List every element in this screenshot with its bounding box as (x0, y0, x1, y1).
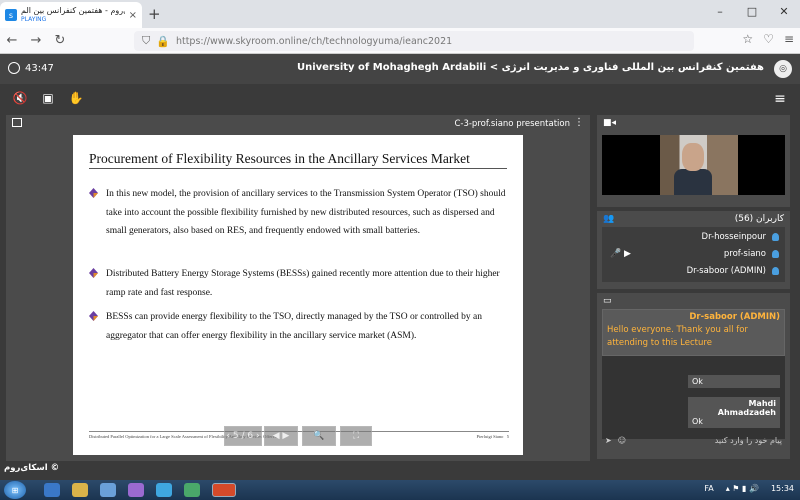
tab-status: PLAYING (21, 16, 47, 23)
chat-input-bar: ➤ ☺ پیام خود را وارد کنید (597, 431, 790, 449)
slide-heading: Procurement of Flexibility Resources in … (89, 151, 470, 166)
browser-tabstrip: s اسکای‌روم - هفتمین کنفرانس بین الم PLA… (0, 0, 800, 28)
edge-icon[interactable] (156, 483, 172, 497)
video-camera-icon[interactable]: ▶ (624, 249, 631, 259)
chat-messages: Dr-saboor (ADMIN) Hello everyone. Thank … (602, 309, 785, 439)
menu-icon[interactable]: ≡ (784, 32, 794, 46)
presentation-menu-icon[interactable]: ⋮ (574, 117, 584, 128)
university-logo: ◎ (774, 60, 792, 78)
user-icon (772, 233, 779, 241)
address-bar[interactable]: ⛉ 🔒 https://www.skyroom.online/ch/techno… (134, 31, 694, 51)
language-indicator[interactable]: FA (704, 484, 713, 493)
user-icon (772, 250, 779, 258)
url-text[interactable]: https://www.skyroom.online/ch/technology… (176, 36, 452, 47)
system-tray: FA ▴ ⚑ ▮ 🔊 15:34 (704, 484, 794, 493)
shield-icon[interactable]: ⛉ (142, 34, 150, 48)
minimize-button[interactable]: – (704, 0, 736, 22)
bullet-marker-icon (89, 188, 98, 198)
slide-play-control[interactable]: ◀ ▶ (264, 426, 298, 446)
user-row[interactable]: prof-siano (724, 249, 779, 259)
clock-text[interactable]: 15:34 (771, 484, 794, 493)
users-icon: 👥 (603, 214, 615, 224)
room-toolbar: 🔇 ▣ ✋ ≡ (0, 86, 800, 114)
hamburger-menu-icon[interactable]: ≡ (770, 91, 790, 109)
chat-panel: ▭ Dr-saboor (ADMIN) Hello everyone. Than… (597, 293, 790, 459)
lock-icon[interactable]: 🔒 (156, 35, 170, 48)
screen-icon[interactable]: ▣ (38, 91, 58, 109)
skyroom-favicon-icon: s (5, 9, 17, 21)
pinned-text: Hello everyone. Thank you all for attend… (607, 325, 748, 348)
folder-icon[interactable] (72, 483, 88, 497)
pinned-message: Dr-saboor (ADMIN) Hello everyone. Thank … (602, 309, 785, 356)
bullet-marker-icon (89, 268, 98, 278)
mute-mic-icon[interactable]: 🔇 (10, 91, 30, 109)
users-list: Dr-hosseinpour prof-siano Dr-saboor (ADM… (602, 227, 785, 282)
webcam-video (602, 135, 785, 195)
browser-tab[interactable]: s اسکای‌روم - هفتمین کنفرانس بین الم PLA… (0, 2, 142, 28)
raise-hand-icon[interactable]: ✋ (66, 91, 86, 109)
browser-navbar: ← → ↻ ⛉ 🔒 https://www.skyroom.online/ch/… (0, 28, 800, 54)
star-icon[interactable]: ☆ (742, 32, 753, 46)
fullscreen-icon[interactable]: ⛶ (340, 426, 372, 446)
firefox-icon[interactable] (212, 483, 236, 497)
os-taskbar: ⊞ FA ▴ ⚑ ▮ 🔊 15:34 (0, 480, 800, 500)
users-title: کاربران (56) (734, 214, 784, 224)
close-window-button[interactable]: ✕ (768, 0, 800, 22)
user-row[interactable]: Dr-saboor (ADMIN) (687, 266, 779, 276)
microphone-icon[interactable]: 🎤 (610, 249, 621, 259)
pocket-icon[interactable]: ♡ (763, 32, 774, 46)
forward-icon[interactable]: → (24, 33, 48, 48)
chat-message: Ok (688, 375, 780, 388)
user-row[interactable]: Dr-hosseinpour (702, 232, 779, 242)
presentation-header: C-3-prof.siano presentation ⋮ (6, 115, 590, 133)
ie-icon[interactable] (44, 483, 60, 497)
emoji-icon[interactable]: ☺ (618, 436, 626, 445)
app-icon[interactable] (100, 483, 116, 497)
tab-title: اسکای‌روم - هفتمین کنفرانس بین الم (21, 6, 125, 15)
app-header: 43:47 University of Mohaghegh Ardabili <… (0, 54, 800, 84)
app-icon[interactable] (184, 483, 200, 497)
clock-icon (8, 62, 20, 74)
brand-footer: اسکای‌روم © (4, 463, 60, 473)
slide-footer: Distributed Parallel Optimization for a … (89, 431, 509, 441)
slide-bullet: Distributed Battery Energy Storage Syste… (89, 265, 509, 302)
send-icon[interactable]: ➤ (605, 436, 612, 445)
heading-divider (89, 168, 507, 169)
tab-close-button[interactable]: × (129, 10, 137, 21)
back-icon[interactable]: ← (0, 33, 24, 48)
maximize-button[interactable]: □ (736, 0, 768, 22)
start-button[interactable]: ⊞ (4, 481, 26, 499)
slide-bullet: In this new model, the provision of anci… (89, 185, 509, 241)
app-icon[interactable] (128, 483, 144, 497)
footer-right-text: Pierluigi Siano 5 (476, 434, 510, 439)
new-tab-button[interactable]: + (148, 6, 161, 22)
zoom-icon[interactable]: 🔍 (302, 426, 336, 446)
user-icon (772, 267, 779, 275)
bullet-marker-icon (89, 311, 98, 321)
pinned-author: Dr-saboor (ADMIN) (689, 312, 780, 322)
tray-icons[interactable]: ▴ ⚑ ▮ 🔊 (726, 484, 759, 493)
presentation-icon[interactable] (12, 118, 22, 127)
timer-text: 43:47 (25, 62, 54, 74)
chat-icon: ▭ (603, 296, 612, 306)
chat-message: Mahdi Ahmadzadeh Ok (688, 397, 780, 428)
presenter-video (660, 135, 738, 195)
room-title: University of Mohaghegh Ardabili < هفتمی… (297, 62, 764, 73)
video-panel: ■◂ (597, 115, 790, 207)
session-timer: 43:47 (8, 62, 54, 74)
presentation-panel: C-3-prof.siano presentation ⋮ Procuremen… (6, 115, 590, 461)
reload-icon[interactable]: ↻ (48, 33, 72, 48)
camera-icon: ■◂ (603, 118, 617, 128)
slide-page-control[interactable]: ‹ 5 / 6 › (224, 426, 262, 446)
slide: Procurement of Flexibility Resources in … (73, 135, 523, 455)
chat-input[interactable]: پیام خود را وارد کنید (715, 436, 782, 445)
users-panel: 👥 کاربران (56) Dr-hosseinpour prof-siano… (597, 211, 790, 289)
presentation-title: C-3-prof.siano presentation (454, 119, 570, 129)
slide-bullet: BESSs can provide energy flexibility to … (89, 308, 509, 345)
